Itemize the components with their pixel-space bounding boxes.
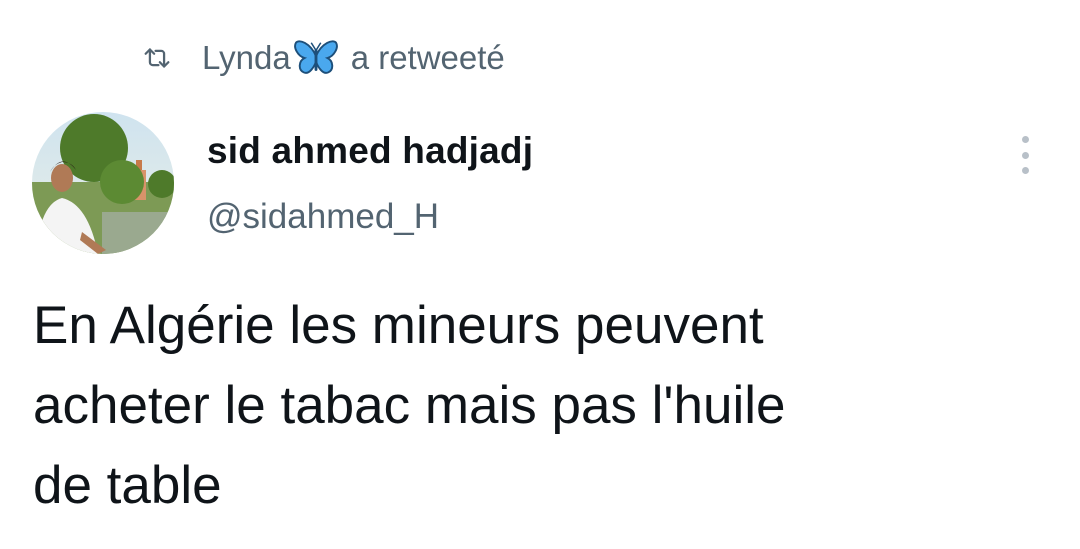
retweet-context[interactable]: Lynda a retweeté: [140, 36, 505, 80]
tweet-text-line: acheter le tabac mais pas l'huile: [33, 376, 786, 435]
more-vertical-icon[interactable]: [1010, 134, 1040, 176]
tweet-text: En Algérie les mineurs peuvent acheter l…: [33, 286, 1043, 526]
menu-dot: [1021, 151, 1029, 159]
tweet-text-line: de table: [33, 456, 222, 515]
tweet-text-line: En Algérie les mineurs peuvent: [33, 296, 764, 355]
retweet-icon: [140, 38, 180, 78]
avatar[interactable]: [32, 112, 174, 254]
retweet-label: a retweeté: [350, 39, 505, 76]
butterfly-icon: [291, 36, 341, 80]
menu-dot: [1021, 167, 1029, 174]
author-handle[interactable]: @sidahmed_H: [207, 197, 439, 237]
author-display-name[interactable]: sid ahmed hadjadj: [207, 130, 533, 172]
menu-dot: [1021, 136, 1029, 143]
retweeter-name[interactable]: Lynda: [202, 39, 291, 77]
